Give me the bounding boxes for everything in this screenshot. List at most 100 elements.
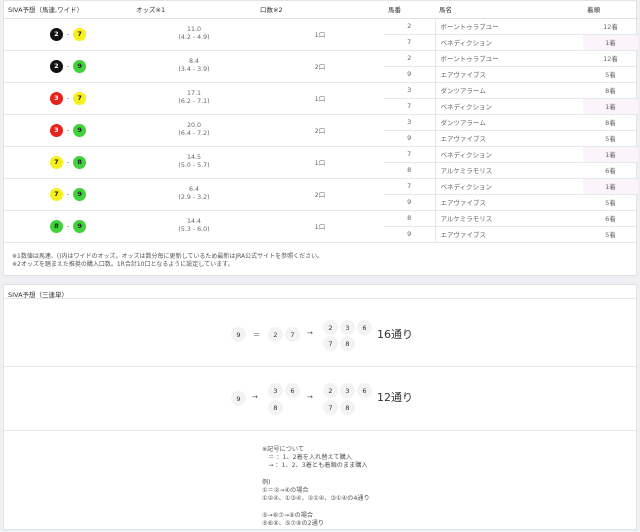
odds-cell: 8.4 (3.4 - 3.9)	[132, 50, 256, 83]
table-row: 2-9 8.4 (3.4 - 3.9) 2口 2 ボーントゥラブユー 12着	[4, 50, 638, 83]
units-cell: 2口	[256, 178, 384, 211]
odds-cell: 14.4 (5.3 - 6.0)	[132, 210, 256, 243]
symbol-legend: ※記号について ＝ ：1、2着を入れ替えて購入 → ：1、2、3着とも着順のまま…	[262, 446, 370, 527]
table-row: 8-9 14.4 (5.3 - 6.0) 1口 8 アルケミラモリス 6着	[4, 210, 638, 243]
horse-name-cell: ボーントゥラブユー	[434, 50, 583, 67]
units-cell: 2口	[256, 50, 384, 83]
wide-prediction-table: SIVA予想（馬連,ワイド） オッズ※1 口数※2 馬番 馬名 着順 2-7 11…	[4, 1, 638, 243]
f1-third-circle: 7	[323, 336, 338, 351]
odds-value: 20.0	[186, 122, 202, 129]
table-row: 7-8 14.5 (5.0 - 5.7) 1口 7 ベネディクション 1着	[4, 146, 638, 179]
table-row: 2-7 11.0 (4.2 - 4.9) 1口 2 ボーントゥラブユー 12着	[4, 18, 638, 51]
odds-range: (6.2 - 7.1)	[178, 98, 210, 105]
rank-cell: 1着	[583, 98, 638, 115]
f2-arrow-icon: →	[307, 393, 313, 401]
combo-dash: -	[66, 222, 70, 230]
f2-count: 12通り	[377, 391, 413, 404]
wide-notes: ※1数値は馬連、()内はワイドのオッズ。オッズは数分毎に更新しているため最新はJ…	[12, 253, 323, 269]
rank-cell: 6着	[583, 210, 638, 227]
header-units: 口数※2	[256, 1, 384, 19]
header-rank: 着順	[583, 1, 638, 19]
horse-number-cell: 9	[384, 194, 435, 211]
table-row: 7-9 6.4 (2.9 - 3.2) 2口 7 ベネディクション 1着	[4, 178, 638, 211]
f1-arrow-icon: →	[307, 329, 313, 337]
formation-1: 9 ＝ 2 7 → 2 3 6 7 8 16通り	[4, 303, 636, 367]
f1-equal-symbol: ＝	[253, 331, 260, 339]
table-row: 3-9 20.0 (6.4 - 7.2) 2口 3 ダンツアラーム 8着	[4, 114, 638, 147]
horse-number-ball: 8	[49, 219, 63, 233]
odds-value: 6.4	[188, 186, 199, 193]
combo-cell: 3-7	[4, 82, 132, 115]
combo-pair: 8-9	[4, 219, 132, 233]
combo-cell: 8-9	[4, 210, 132, 243]
odds-range: (2.9 - 3.2)	[178, 194, 210, 201]
header-horse-name: 馬名	[435, 1, 583, 19]
horse-number-cell: 7	[384, 34, 435, 51]
odds-cell: 6.4 (2.9 - 3.2)	[132, 178, 256, 211]
rank-cell: 1着	[583, 178, 638, 195]
horse-number-ball: 7	[73, 27, 87, 41]
horse-number-cell: 7	[384, 178, 435, 195]
f1-count: 16通り	[377, 328, 413, 341]
combo-dash: -	[66, 30, 70, 38]
f2-third-circle: 7	[323, 400, 338, 415]
odds-range: (5.3 - 6.0)	[178, 226, 210, 233]
combo-dash: -	[66, 190, 70, 198]
f2-second-circle: 6	[285, 383, 300, 398]
trifecta-prediction-card: SIVA予想（三連単） 9 ＝ 2 7 → 2 3 6 7 8 16通り 9 →…	[3, 284, 637, 530]
horse-number-cell: 3	[384, 114, 435, 131]
wide-prediction-card: SIVA予想（馬連,ワイド） オッズ※1 口数※2 馬番 馬名 着順 2-7 11…	[3, 0, 638, 276]
rank-cell: 5着	[583, 226, 638, 243]
rank-cell: 1着	[583, 34, 638, 51]
odds-value: 8.4	[188, 58, 199, 65]
odds-value: 14.4	[186, 218, 202, 225]
f2-arrow-icon: →	[252, 393, 258, 401]
combo-dash: -	[66, 158, 70, 166]
units-cell: 2口	[256, 114, 384, 147]
rank-cell: 5着	[583, 130, 638, 147]
units-cell: 1口	[256, 146, 384, 179]
horse-number-cell: 8	[384, 210, 435, 227]
rank-cell: 12着	[583, 50, 638, 67]
horse-number-ball: 3	[49, 91, 63, 105]
combo-pair: 7-8	[4, 155, 132, 169]
header-combo: SIVA予想（馬連,ワイド）	[4, 1, 132, 19]
horse-name-cell: アルケミラモリス	[434, 162, 583, 179]
odds-cell: 14.5 (5.0 - 5.7)	[132, 146, 256, 179]
f2-third-circle: 2	[323, 383, 338, 398]
combo-pair: 2-7	[4, 27, 132, 41]
combo-dash: -	[66, 126, 70, 134]
horse-number-cell: 9	[384, 226, 435, 243]
odds-cell: 20.0 (6.4 - 7.2)	[132, 114, 256, 147]
combo-pair: 7-9	[4, 187, 132, 201]
units-cell: 1口	[256, 210, 384, 243]
combo-cell: 7-8	[4, 146, 132, 179]
combo-pair: 3-7	[4, 91, 132, 105]
horse-number-ball: 9	[73, 187, 87, 201]
formation-2: 9 → 3 6 8 → 2 3 6 7 8 12通り	[4, 367, 636, 431]
combo-pair: 3-9	[4, 123, 132, 137]
rank-cell: 5着	[583, 194, 638, 211]
rank-cell: 5着	[583, 66, 638, 83]
horse-number-cell: 7	[384, 98, 435, 115]
horse-name-cell: エアヴァイブス	[434, 66, 583, 83]
horse-number-ball: 3	[49, 123, 63, 137]
rank-cell: 6着	[583, 162, 638, 179]
horse-number-cell: 2	[384, 50, 435, 67]
horse-name-cell: アルケミラモリス	[434, 210, 583, 227]
odds-value: 14.5	[186, 154, 202, 161]
horse-number-ball: 2	[49, 27, 63, 41]
rank-cell: 8着	[583, 114, 638, 131]
f1-second-circle: 7	[285, 327, 300, 342]
f1-third-circle: 8	[340, 336, 355, 351]
f1-second-circle: 2	[268, 327, 283, 342]
horse-number-cell: 9	[384, 66, 435, 83]
combo-dash: -	[66, 62, 70, 70]
combo-cell: 7-9	[4, 178, 132, 211]
horse-name-cell: ベネディクション	[434, 178, 583, 195]
horse-number-ball: 7	[49, 155, 63, 169]
trifecta-title: SIVA予想（三連単）	[4, 285, 636, 299]
combo-dash: -	[66, 94, 70, 102]
wide-table-body: 2-7 11.0 (4.2 - 4.9) 1口 2 ボーントゥラブユー 12着 7 ベネディクシ…	[4, 18, 638, 243]
f1-third-circle: 6	[357, 320, 372, 335]
